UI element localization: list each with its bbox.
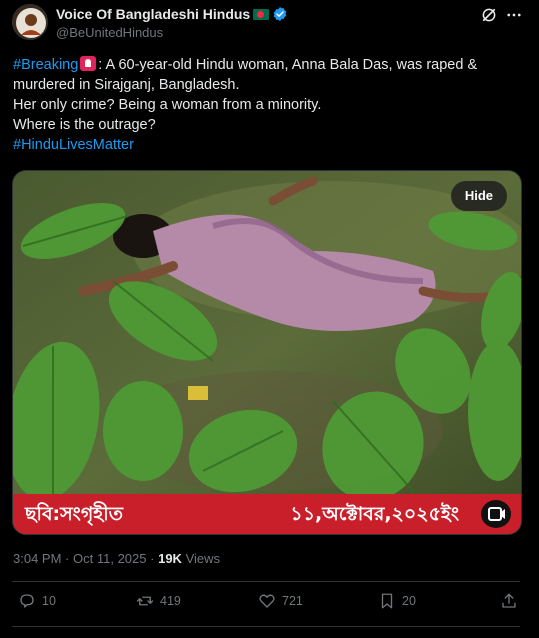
more-options-icon[interactable] (505, 6, 523, 24)
action-bar: 10 419 721 20 (0, 592, 539, 616)
bookmark-icon (381, 593, 393, 609)
hide-media-button[interactable]: Hide (450, 181, 507, 211)
avatar[interactable] (12, 4, 48, 40)
post-time[interactable]: 3:04 PM (13, 551, 61, 566)
share-button[interactable] (500, 592, 518, 610)
divider-bottom (12, 626, 520, 627)
meta-separator: · (150, 551, 155, 566)
tweet-line-2: murdered in Sirajganj, Bangladesh. (13, 77, 240, 93)
media-caption-bar: ছবি:সংগৃহীত ১১,অক্টোবর,২০২৫ইং (13, 494, 521, 534)
reply-count: 10 (42, 594, 56, 608)
rotating-light-icon (80, 56, 97, 71)
grok-icon[interactable] (480, 6, 498, 24)
tweet-media[interactable]: Hide ছবি:সংগৃহীত ১১,অক্টোবর,২০২৫ইং (12, 170, 522, 535)
tweet-meta: 3:04 PM · Oct 11, 2025 · 19K Views (13, 551, 220, 566)
like-icon (259, 594, 275, 608)
media-photo (13, 171, 521, 534)
divider-top (12, 581, 520, 582)
media-caption-credit: ছবি:সংগৃহীত (25, 503, 123, 525)
tweet-line-4: Where is the outrage? (13, 117, 156, 133)
bookmark-count: 20 (402, 594, 416, 608)
tweet-line-1-text: : A 60-year-old Hindu woman, Anna Bala D… (98, 57, 478, 73)
like-count: 721 (282, 594, 303, 608)
bangladesh-flag-icon (253, 8, 270, 20)
retweet-icon (136, 596, 154, 606)
retweet-button[interactable]: 419 (136, 592, 181, 610)
hashtag-breaking-link[interactable]: #Breaking (13, 57, 78, 73)
reply-icon (20, 594, 34, 608)
tweet-line-3: Her only crime? Being a woman from a min… (13, 97, 322, 113)
like-button[interactable]: 721 (258, 592, 303, 610)
tweet-post: Voice Of Bangladeshi Hindus @BeUnitedHin… (0, 0, 539, 638)
verified-badge-icon[interactable] (272, 6, 288, 22)
share-icon (502, 593, 516, 608)
video-icon[interactable] (481, 500, 511, 528)
retweet-count: 419 (160, 594, 181, 608)
views-count: 19K (158, 551, 182, 566)
views-label: Views (185, 551, 221, 566)
author-display-name[interactable]: Voice Of Bangladeshi Hindus (56, 6, 250, 22)
bookmark-button[interactable]: 20 (378, 592, 416, 610)
hashtag-hindulivesmatter-link[interactable]: #HinduLivesMatter (13, 137, 134, 153)
tweet-text: #Breaking : A 60-year-old Hindu woman, An… (13, 55, 528, 155)
media-caption-date: ১১,অক্টোবর,২০২৫ইং (290, 503, 459, 525)
author-name-row[interactable]: Voice Of Bangladeshi Hindus (56, 6, 288, 22)
meta-separator: · (65, 551, 70, 566)
tweet-line-1: #Breaking : A 60-year-old Hindu woman, An… (13, 55, 528, 75)
author-handle[interactable]: @BeUnitedHindus (56, 25, 163, 40)
reply-button[interactable]: 10 (18, 592, 56, 610)
post-date[interactable]: Oct 11, 2025 (73, 551, 146, 566)
